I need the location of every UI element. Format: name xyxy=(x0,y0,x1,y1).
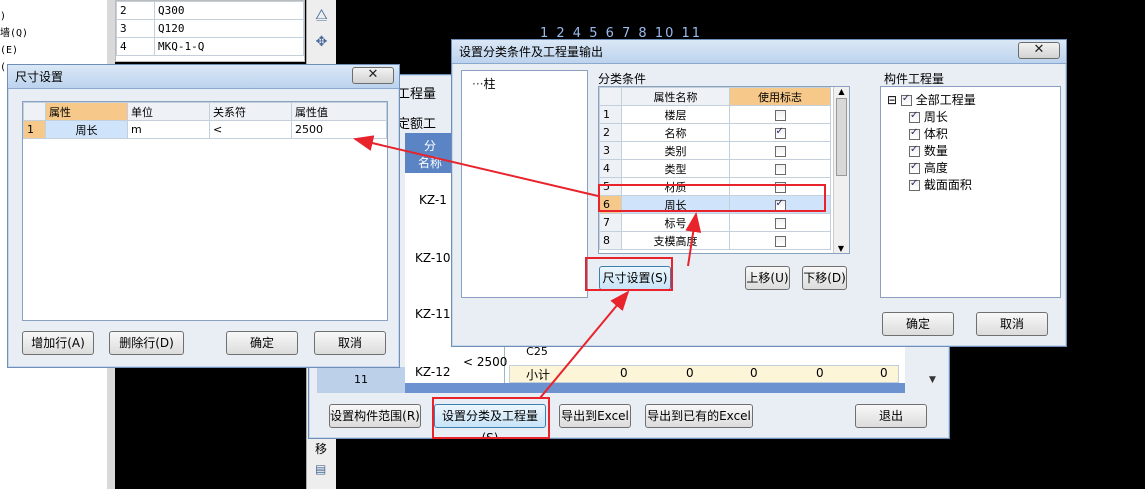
annotation-arrows xyxy=(353,135,702,399)
